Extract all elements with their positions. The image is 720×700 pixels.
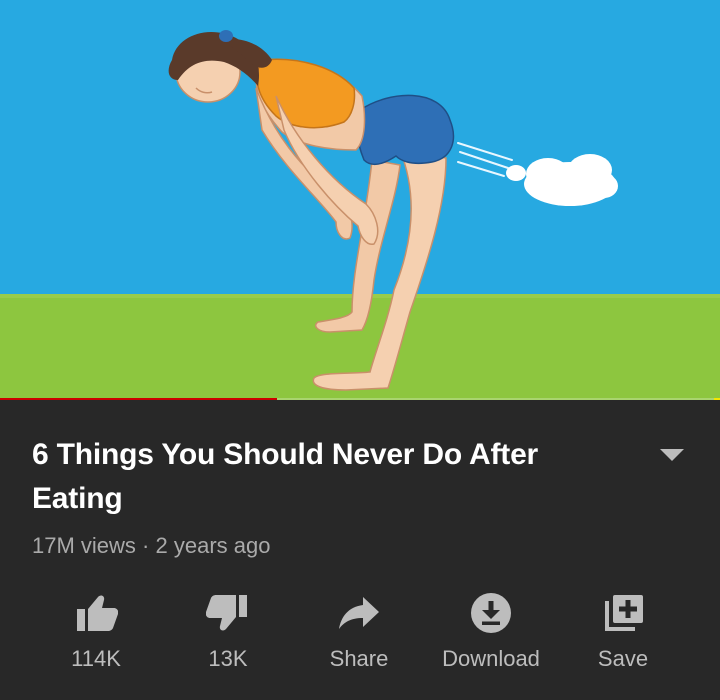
download-icon bbox=[471, 593, 511, 633]
chevron-down-icon bbox=[660, 449, 684, 461]
like-button[interactable]: 114K bbox=[31, 581, 161, 681]
progress-end-marker bbox=[714, 398, 720, 400]
save-to-playlist-icon bbox=[605, 595, 643, 631]
video-details-panel: 6 Things You Should Never Do After Eatin… bbox=[0, 403, 720, 700]
woman-bending-over-illustration bbox=[0, 0, 720, 400]
thumbs-down-icon bbox=[206, 595, 247, 631]
share-button[interactable]: Share bbox=[294, 581, 424, 681]
video-meta: 17M views · 2 years ago bbox=[32, 531, 270, 561]
upload-age: 2 years ago bbox=[155, 533, 271, 558]
video-title[interactable]: 6 Things You Should Never Do After Eatin… bbox=[32, 433, 612, 521]
share-icon bbox=[339, 597, 379, 629]
download-button[interactable]: Download bbox=[426, 581, 556, 681]
expand-description-button[interactable] bbox=[650, 439, 694, 471]
dislike-count: 13K bbox=[208, 646, 248, 671]
meta-separator: · bbox=[142, 533, 150, 558]
share-label: Share bbox=[329, 646, 389, 671]
video-action-bar: 114K 13K Share Download Save bbox=[0, 581, 720, 681]
thumbs-up-icon bbox=[77, 595, 118, 631]
video-watch-page: 6 Things You Should Never Do After Eatin… bbox=[0, 0, 720, 700]
save-button[interactable]: Save bbox=[558, 581, 688, 681]
like-count: 114K bbox=[71, 646, 121, 671]
dislike-button[interactable]: 13K bbox=[163, 581, 293, 681]
video-player[interactable] bbox=[0, 0, 720, 400]
save-label: Save bbox=[597, 646, 649, 671]
video-progress-played bbox=[0, 398, 278, 400]
view-count: 17M views bbox=[32, 533, 136, 558]
download-label: Download bbox=[442, 646, 540, 671]
video-progress-bar[interactable] bbox=[0, 398, 720, 400]
